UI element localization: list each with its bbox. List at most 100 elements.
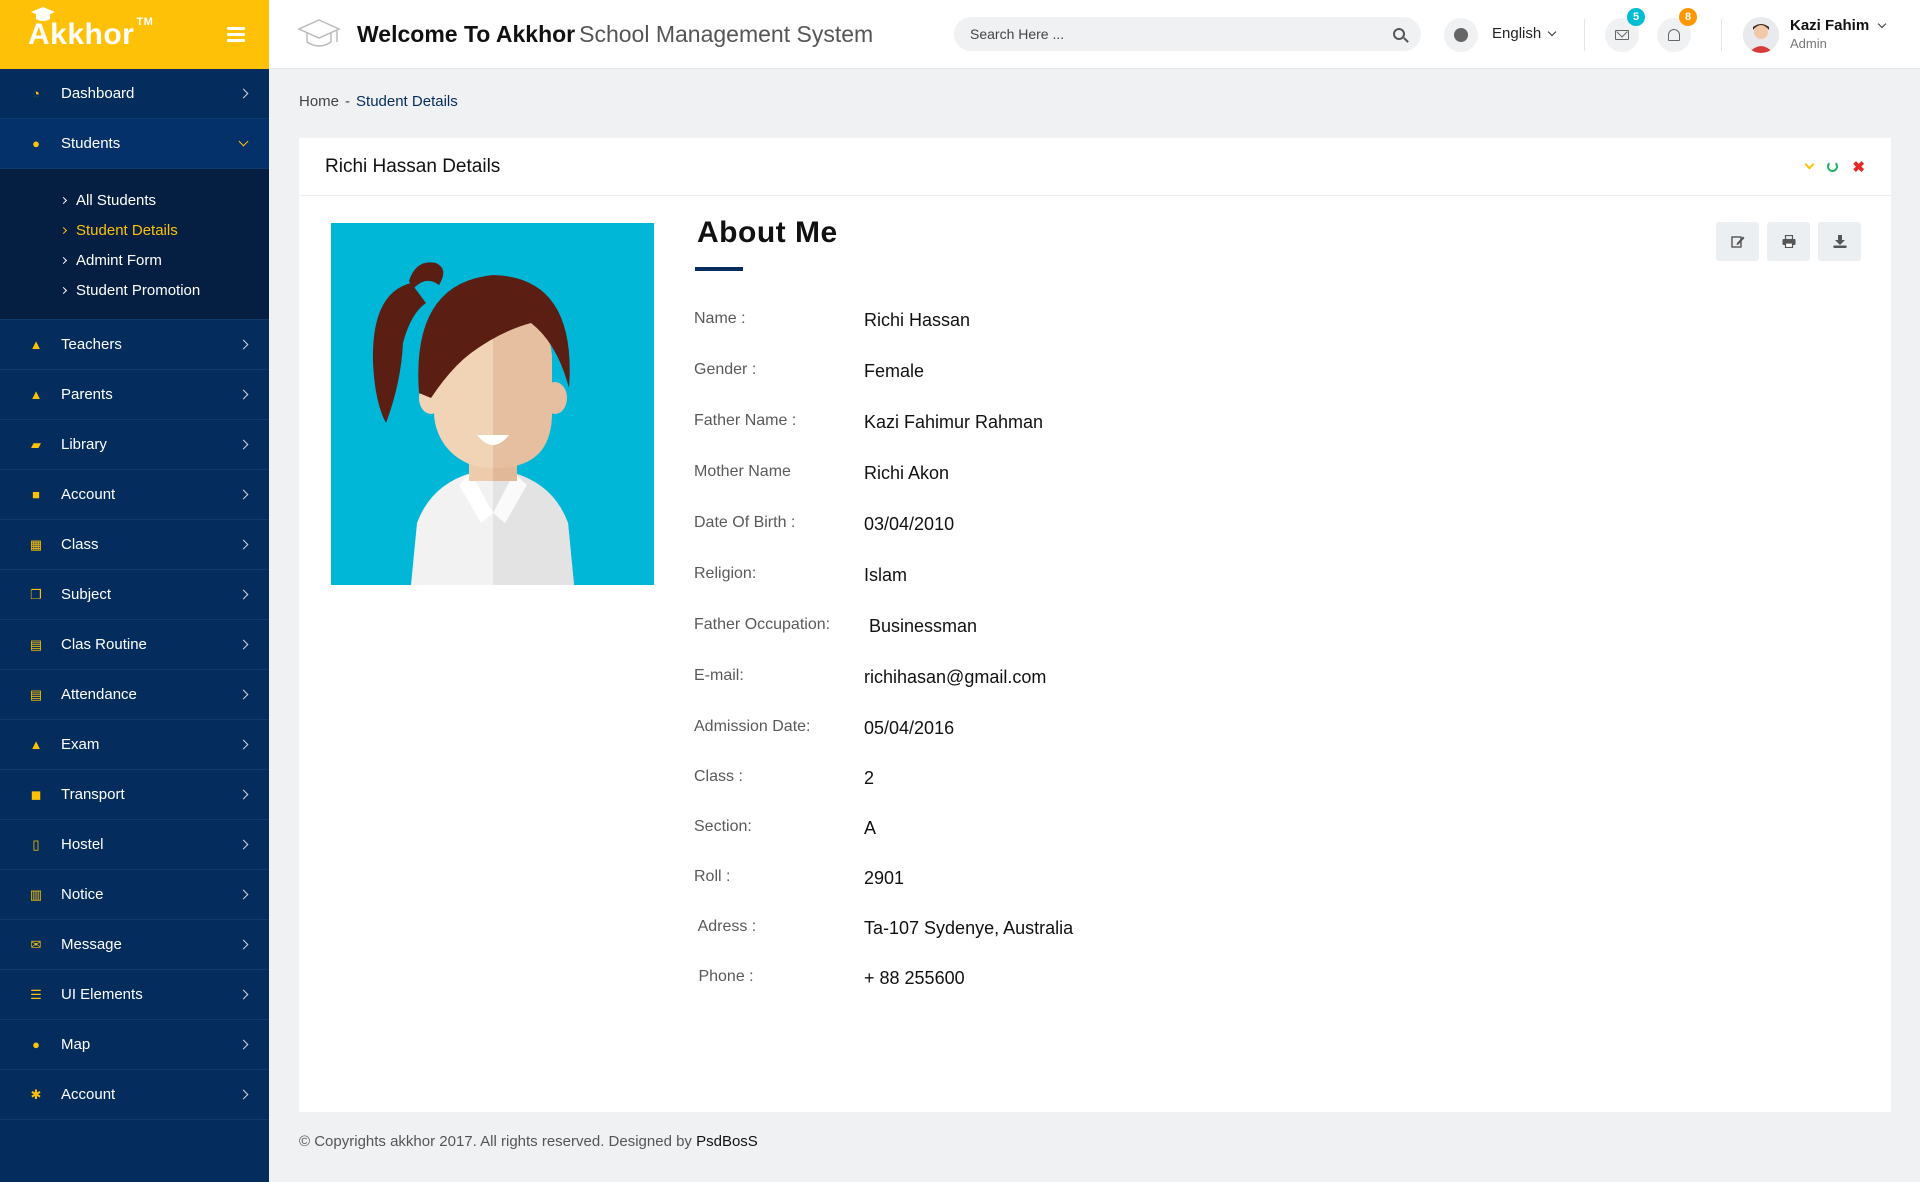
card-header: Richi Hassan Details ✖ — [299, 138, 1891, 196]
detail-label: Name : — [694, 310, 746, 327]
sidebar-item-hostel[interactable]: ▯ Hostel — [0, 820, 269, 870]
card-title: Richi Hassan Details — [325, 155, 501, 177]
about-title: About Me — [697, 216, 838, 249]
student-photo — [331, 223, 654, 585]
sidebar-item-account[interactable]: ■ Account — [0, 470, 269, 520]
chevron-right-icon — [59, 196, 68, 204]
detail-value: + 88 255600 — [864, 968, 965, 988]
detail-label: E-mail: — [694, 667, 744, 684]
detail-row: Class : 2 — [694, 768, 874, 789]
brand-logo[interactable]: Akkhor TM — [28, 6, 153, 52]
messages-button[interactable]: 5 — [1605, 8, 1645, 52]
chevron-right-icon — [238, 88, 249, 99]
sidebar-item-routine[interactable]: ▤ Clas Routine — [0, 620, 269, 670]
graduation-cap-icon — [297, 19, 341, 47]
sidebar-item-teachers[interactable]: ▲ Teachers — [0, 320, 269, 370]
detail-value: Richi Akon — [864, 463, 950, 483]
sidebar-item-parents[interactable]: ▲ Parents — [0, 370, 269, 420]
parents-icon: ▲ — [29, 387, 43, 402]
sidebar-item-label: Account — [61, 486, 116, 503]
sidebar-item-message[interactable]: ✉ Message — [0, 920, 269, 970]
detail-row: E-mail: richihasan@gmail.com — [694, 667, 1046, 688]
language-select[interactable]: English — [1492, 25, 1557, 42]
sidebar-item-label: Clas Routine — [61, 636, 147, 653]
detail-row: Adress : Ta-107 Sydenye, Australia — [694, 918, 1074, 939]
sidebar-item-class[interactable]: ▦ Class — [0, 520, 269, 570]
car-icon: ◼ — [30, 786, 42, 802]
sidebar-item-transport[interactable]: ◼ Transport — [0, 770, 269, 820]
collapse-icon[interactable] — [1804, 159, 1815, 170]
edit-button[interactable] — [1716, 222, 1759, 261]
search-input[interactable] — [970, 26, 1393, 42]
menu-toggle-icon[interactable] — [227, 27, 245, 42]
calendar-icon: ▤ — [29, 636, 43, 652]
sidebar-item-label: Subject — [61, 586, 112, 603]
detail-label: Gender : — [694, 361, 757, 378]
submenu-item[interactable]: All Students — [0, 185, 269, 215]
welcome-title: Welcome To Akkhor School Management Syste… — [357, 21, 873, 48]
close-icon[interactable]: ✖ — [1852, 158, 1865, 176]
sidebar-item-label: Map — [61, 1036, 91, 1053]
user-menu[interactable]: Kazi Fahim Admin — [1790, 17, 1887, 51]
submenu-item[interactable]: Admint Form — [0, 245, 269, 275]
detail-row: Father Occupation: Businessman — [694, 616, 977, 637]
detail-row: Name : Richi Hassan — [694, 310, 970, 331]
detail-row: Section: A — [694, 818, 876, 839]
notifications-button[interactable]: 8 — [1657, 8, 1697, 52]
globe-button[interactable] — [1444, 18, 1478, 52]
download-button[interactable] — [1818, 222, 1861, 261]
footer-designer-link[interactable]: PsdBosS — [696, 1133, 758, 1150]
notifications-badge: 8 — [1679, 8, 1697, 26]
breadcrumb-current: Student Details — [356, 93, 458, 110]
detail-label: Section: — [694, 818, 752, 835]
globe-icon — [1454, 28, 1468, 42]
grid-icon: ▦ — [29, 536, 43, 552]
sidebar-item-account2[interactable]: ✱ Account — [0, 1070, 269, 1120]
edit-icon — [1730, 236, 1744, 248]
sidebar-item-notice[interactable]: ▥ Notice — [0, 870, 269, 920]
chevron-right-icon — [238, 639, 249, 650]
chevron-right-icon — [238, 689, 249, 700]
submenu-item[interactable]: Student Details — [0, 215, 269, 245]
submenu-item-label: Student Details — [76, 221, 178, 239]
sidebar-item-subject[interactable]: ❐ Subject — [0, 570, 269, 620]
print-button[interactable] — [1767, 222, 1810, 261]
sidebar-item-exam[interactable]: ▲ Exam — [0, 720, 269, 770]
breadcrumb-home[interactable]: Home — [299, 93, 339, 110]
sidebar-item-label: Notice — [61, 886, 104, 903]
chevron-right-icon — [238, 789, 249, 800]
detail-row: Gender : Female — [694, 361, 924, 382]
detail-value: Businessman — [864, 616, 978, 636]
submenu-item[interactable]: Student Promotion — [0, 275, 269, 305]
sidebar-item-label: Students — [61, 135, 121, 152]
breadcrumb-separator: - — [345, 93, 351, 110]
chevron-right-icon — [238, 489, 249, 500]
graduation-cap-icon: ▲ — [29, 737, 43, 752]
search-icon[interactable] — [1393, 28, 1405, 40]
submenu-item-label: Admint Form — [76, 251, 162, 269]
detail-label: Date Of Birth : — [694, 514, 796, 531]
detail-value: richihasan@gmail.com — [864, 667, 1047, 687]
detail-label: Roll : — [694, 868, 731, 885]
search-box — [954, 17, 1421, 51]
sidebar-item-library[interactable]: ▰ Library — [0, 420, 269, 470]
chevron-right-icon — [238, 1089, 249, 1100]
detail-label: Admission Date: — [694, 718, 811, 735]
building-icon: ▯ — [32, 836, 40, 852]
sidebar-item-ui[interactable]: ☰ UI Elements — [0, 970, 269, 1020]
sidebar-item-students[interactable]: ● Students — [0, 119, 269, 169]
sidebar-item-attendance[interactable]: ▤ Attendance — [0, 670, 269, 720]
refresh-icon[interactable] — [1827, 161, 1839, 172]
user-role: Admin — [1790, 36, 1827, 51]
map-icon: ▥ — [29, 886, 43, 902]
teachers-icon: ▲ — [29, 337, 43, 352]
breadcrumb: Home - Student Details — [299, 93, 458, 110]
sidebar-item-label: Transport — [61, 786, 125, 803]
avatar[interactable] — [1743, 17, 1779, 53]
chevron-right-icon — [238, 939, 249, 950]
sidebar-item-dashboard[interactable]: ◔ Dashboard — [0, 69, 269, 119]
divider — [1584, 19, 1585, 51]
chevron-right-icon — [238, 389, 249, 400]
sidebar-item-map[interactable]: ● Map — [0, 1020, 269, 1070]
detail-value: 03/04/2010 — [864, 514, 955, 534]
